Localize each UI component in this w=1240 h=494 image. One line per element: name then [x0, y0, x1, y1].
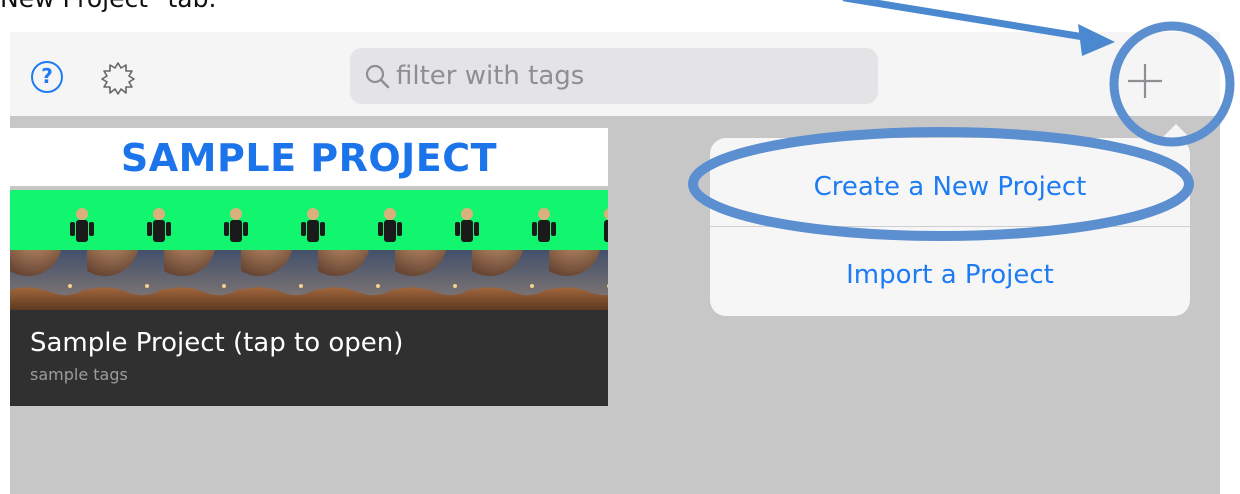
- background-thumbnail-strip: [10, 250, 608, 310]
- search-placeholder: filter with tags: [396, 61, 585, 91]
- add-project-popover: Create a New Project Import a Project: [710, 138, 1190, 316]
- project-tags: sample tags: [30, 365, 128, 384]
- create-new-project-menu-item[interactable]: Create a New Project: [710, 172, 1190, 202]
- person-figures: [70, 208, 608, 242]
- project-card[interactable]: SAMPLE PROJECT Sample Project (tap to op…: [10, 128, 608, 406]
- app-screen: ? filter with tags SAMPLE PROJECT Sample…: [10, 32, 1220, 494]
- menu-divider: [710, 226, 1190, 227]
- project-thumbnail-title: SAMPLE PROJECT: [10, 128, 608, 186]
- import-project-menu-item[interactable]: Import a Project: [710, 260, 1190, 290]
- top-toolbar: ? filter with tags: [10, 32, 1220, 116]
- project-name: Sample Project (tap to open): [30, 328, 404, 358]
- planet-landscape-image: [10, 250, 608, 310]
- instruction-caption: New Project" tab.: [0, 0, 216, 13]
- popover-arrow: [1162, 124, 1190, 138]
- project-info-footer: Sample Project (tap to open) sample tags: [10, 310, 608, 406]
- search-input[interactable]: filter with tags: [350, 48, 878, 104]
- gear-icon[interactable]: [98, 58, 138, 98]
- help-icon[interactable]: ?: [31, 61, 63, 93]
- greenscreen-thumbnail-strip: [10, 190, 608, 250]
- add-project-button[interactable]: [1120, 56, 1170, 106]
- project-banner-text: SAMPLE PROJECT: [120, 136, 498, 180]
- search-icon: [365, 64, 390, 89]
